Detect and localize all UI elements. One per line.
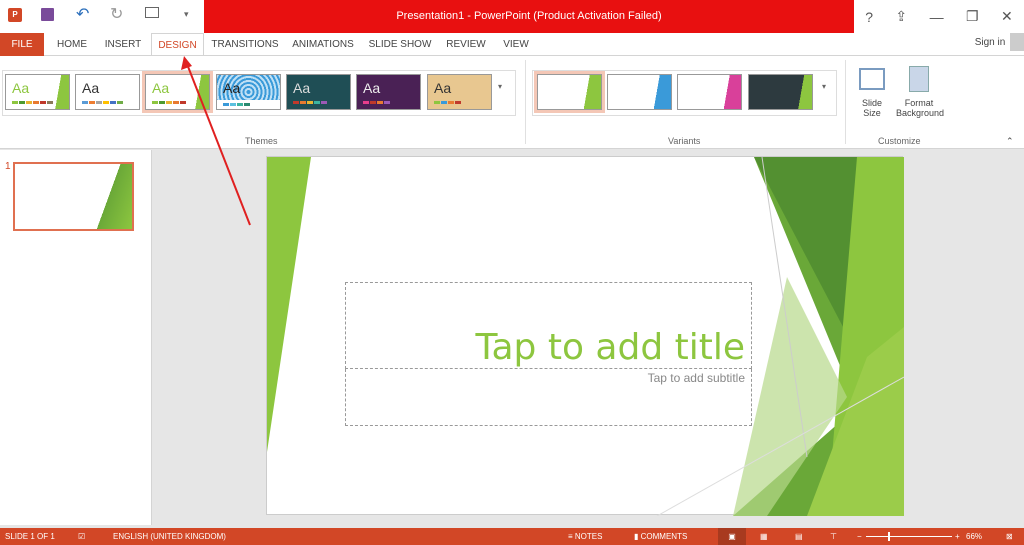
fit-slide-button[interactable]: ⊠	[1006, 528, 1013, 545]
annotation-arrow	[181, 56, 251, 226]
comments-button[interactable]: ▮ COMMENTS	[634, 528, 687, 545]
slideshow-view-button[interactable]: ⊤	[830, 528, 837, 545]
normal-view-button[interactable]: ▣	[718, 528, 746, 545]
notes-button[interactable]: ≡ NOTES	[568, 528, 602, 545]
zoom-out-button[interactable]: −	[857, 528, 862, 545]
language[interactable]: ENGLISH (UNITED KINGDOM)	[113, 528, 226, 545]
zoom-in-button[interactable]: +	[955, 528, 960, 545]
slide-sorter-button[interactable]: ▦	[760, 528, 768, 545]
zoom-slider-thumb[interactable]	[888, 532, 890, 541]
zoom-level[interactable]: 66%	[966, 528, 982, 545]
status-bar: SLIDE 1 OF 1 ☑ ENGLISH (UNITED KINGDOM) …	[0, 528, 1024, 545]
spellcheck-icon[interactable]: ☑	[78, 528, 85, 545]
reading-view-button[interactable]: ▤	[795, 528, 803, 545]
slide-info: SLIDE 1 OF 1	[5, 532, 55, 541]
zoom-slider[interactable]	[866, 536, 952, 537]
